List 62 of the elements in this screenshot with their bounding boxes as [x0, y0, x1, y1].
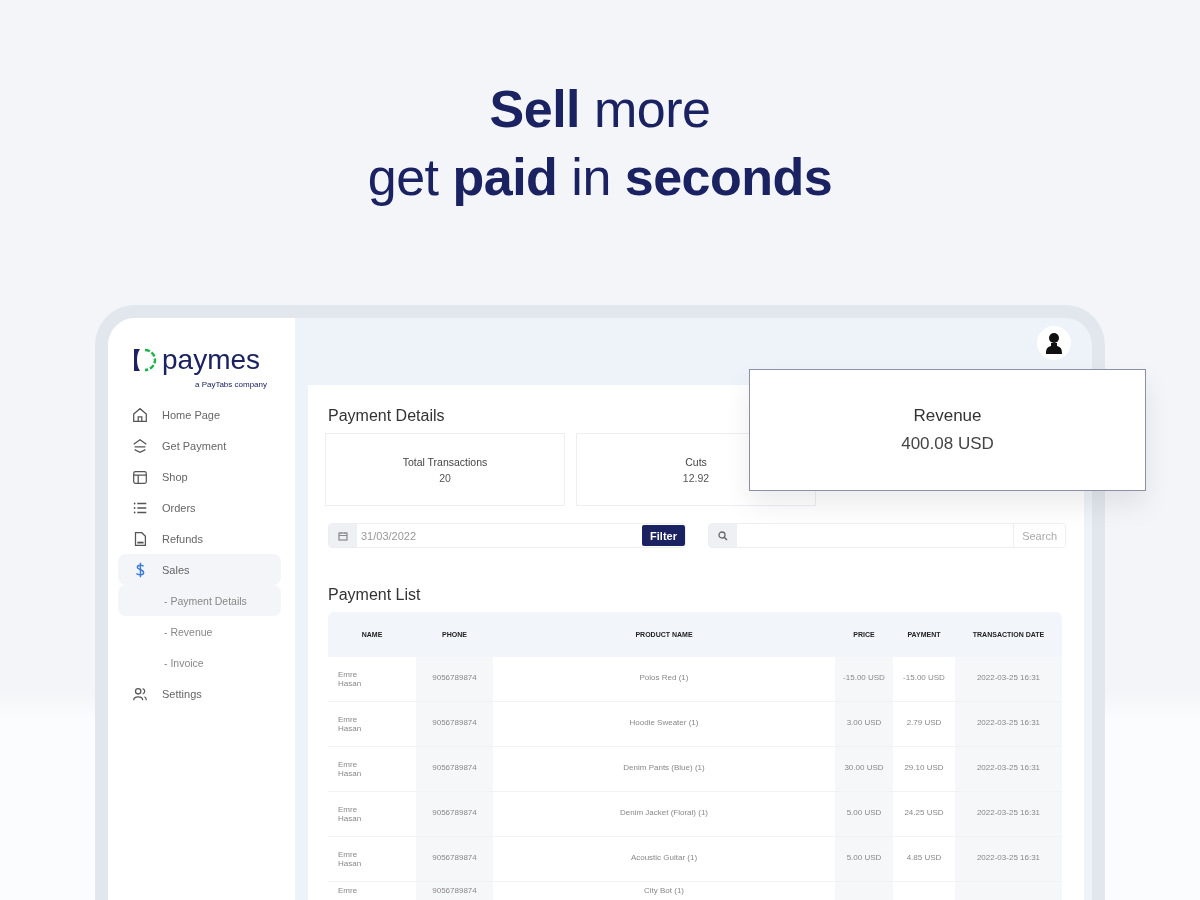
section-title: Payment List [328, 586, 421, 604]
table-cell-text: Emre Hasan [338, 805, 363, 823]
table-cell: Hoodie Sweater (1) [629, 718, 699, 727]
sidebar-item[interactable]: Sales [118, 554, 281, 585]
table-cell: 9056789874 [432, 853, 477, 862]
table-cell: 2022-03-25 16:31 [976, 763, 1041, 772]
revenue-label: Revenue [913, 406, 982, 426]
table-cell: 9056789874 [432, 808, 477, 817]
table-cell: 9056789874 [432, 763, 477, 772]
search-icon [718, 530, 728, 541]
sidebar-item[interactable]: Get Payment [118, 430, 281, 461]
table-cell: 9056789874 [432, 718, 477, 727]
sidebar-item[interactable]: Orders [118, 492, 281, 523]
calendar-icon [338, 530, 348, 541]
table-cell: City Bot (1) [644, 886, 684, 895]
avatar-icon[interactable] [1037, 326, 1071, 360]
table-cell-text: Emre Hasan [338, 670, 363, 688]
logo-tagline: a PayTabs company [193, 380, 268, 389]
table-cell: 9056789874 [432, 673, 477, 682]
sidebar-item[interactable]: Refunds [118, 523, 281, 554]
sidebar-subitem[interactable]: - Revenue [118, 616, 281, 647]
home-icon [131, 405, 149, 424]
logo-name: paymes [162, 346, 261, 374]
logo-icon [132, 346, 158, 374]
stat-label: Total Transactions [402, 455, 488, 468]
table-cell: 30.00 USD [844, 763, 884, 772]
table-cell: 4.85 USD [906, 853, 942, 862]
table-cell: 2022-03-25 16:31 [976, 718, 1041, 727]
table-cell: 5.00 USD [846, 853, 882, 862]
table-cell: 2.79 USD [906, 718, 942, 727]
table-cell: 29.10 USD [904, 763, 944, 772]
stat-label: Cuts [685, 455, 707, 468]
filter-button[interactable]: Filter [642, 525, 685, 546]
table-cell: Emre [338, 886, 358, 895]
table-cell: 2022-03-25 16:31 [976, 808, 1041, 817]
sidebar-item[interactable]: Settings [118, 678, 281, 709]
headline: get paid in seconds [367, 146, 833, 208]
sidebar-item[interactable]: Home Page [118, 399, 281, 430]
section-title: Payment Details [328, 407, 445, 425]
table-cell-text: Emre Hasan [338, 850, 363, 868]
table-cell: -15.00 USD [903, 673, 945, 682]
table-cell: Denim Jacket (Floral) (1) [620, 808, 708, 817]
table-cell: Denim Pants (Blue) (1) [623, 763, 705, 772]
table-cell: Acoustic Guitar (1) [630, 853, 698, 862]
headline: Sell more [489, 78, 711, 140]
table-cell-text: Emre Hasan [338, 760, 363, 778]
sidebar-subitem[interactable]: - Payment Details [118, 585, 281, 616]
table-cell: 2022-03-25 16:31 [976, 673, 1041, 682]
table-cell: 2022-03-25 16:31 [976, 853, 1041, 862]
table-cell: -15.00 USD [843, 673, 885, 682]
table-cell-text: Emre Hasan [338, 715, 363, 733]
table-cell: 3.00 USD [846, 718, 882, 727]
table-cell: 24.25 USD [904, 808, 944, 817]
stat-value: 12.92 [682, 471, 710, 484]
date-field[interactable]: 31/03/2022 Filter [328, 523, 686, 548]
revenue-value: 400.08 USD [901, 434, 994, 454]
stat-value: 20 [439, 471, 451, 484]
sidebar-subitem[interactable]: - Invoice [118, 647, 281, 678]
table-cell: 9056789874 [432, 886, 477, 895]
table-cell: 5.00 USD [846, 808, 882, 817]
table-cell: Polos Red (1) [639, 673, 689, 682]
sidebar-item[interactable]: Shop [118, 461, 281, 492]
